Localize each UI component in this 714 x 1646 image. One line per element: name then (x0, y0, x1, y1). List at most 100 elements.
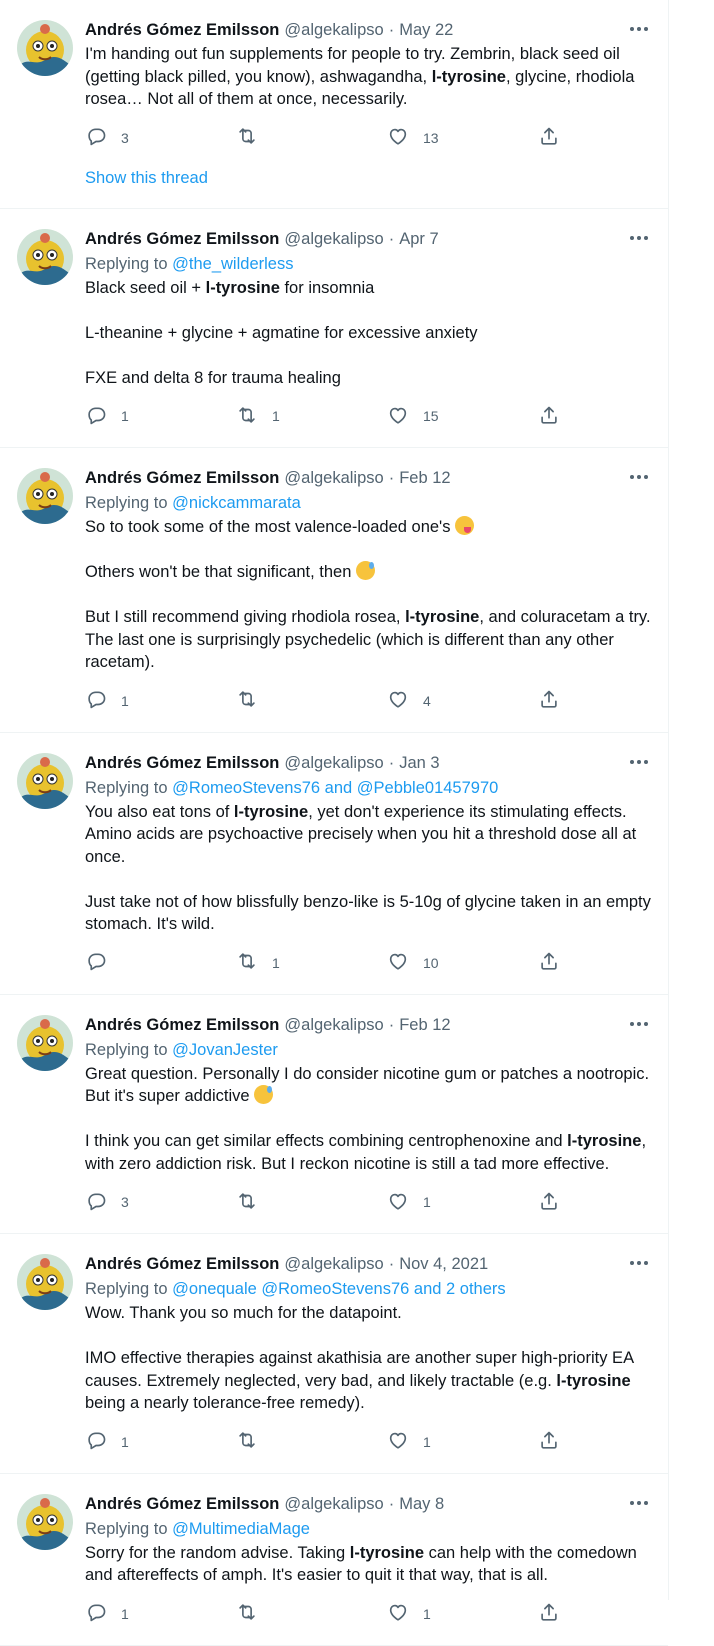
author-name[interactable]: Andrés Gómez Emilsson (85, 19, 279, 41)
retweet-count: 1 (272, 954, 280, 971)
tweet[interactable]: Andrés Gómez Emilsson @algekalipso · Feb… (0, 995, 668, 1234)
like-button[interactable]: 1 (387, 1601, 457, 1626)
share-button[interactable] (538, 1601, 560, 1626)
more-icon[interactable] (628, 1252, 650, 1274)
replying-to-handles[interactable]: @nickcammarata (172, 494, 301, 512)
tweet-date[interactable]: May 8 (399, 1493, 444, 1515)
retweet-button[interactable] (236, 125, 306, 150)
author-handle[interactable]: @algekalipso (284, 1253, 383, 1275)
reply-button[interactable] (85, 950, 155, 975)
retweet-button[interactable]: 1 (236, 404, 306, 429)
show-thread-link[interactable]: Show this thread (85, 169, 648, 208)
tweet[interactable]: Andrés Gómez Emilsson @algekalipso · Nov… (0, 1234, 668, 1474)
author-handle[interactable]: @algekalipso (284, 1014, 383, 1036)
replying-to-handles[interactable]: @the_wilderless (172, 255, 293, 273)
tweet-date[interactable]: Feb 12 (399, 1014, 450, 1036)
tweet-date[interactable]: Jan 3 (399, 752, 439, 774)
avatar[interactable] (17, 20, 73, 76)
share-button[interactable] (538, 1190, 560, 1215)
avatar[interactable] (17, 468, 73, 524)
tweet-text: Sorry for the random advise. Taking l-ty… (85, 1542, 657, 1587)
text-segment: Black seed oil + (85, 278, 206, 297)
replying-to: Replying to @nickcammarata (85, 492, 648, 514)
text-segment: Just take not of how blissfully benzo-li… (85, 892, 651, 934)
more-icon[interactable] (628, 18, 650, 40)
author-name[interactable]: Andrés Gómez Emilsson (85, 752, 279, 774)
reply-button[interactable]: 1 (85, 688, 155, 713)
like-button[interactable]: 15 (387, 404, 457, 429)
more-icon[interactable] (628, 466, 650, 488)
author-handle[interactable]: @algekalipso (284, 467, 383, 489)
reply-button[interactable]: 3 (85, 125, 155, 150)
like-button[interactable]: 1 (387, 1190, 457, 1215)
reply-icon (85, 1601, 107, 1626)
author-name[interactable]: Andrés Gómez Emilsson (85, 1493, 279, 1515)
tweet-text: Black seed oil + l-tyrosine for insomnia… (85, 277, 657, 390)
more-icon[interactable] (628, 1492, 650, 1514)
reply-button[interactable]: 1 (85, 1601, 155, 1626)
replying-to-handles[interactable]: @RomeoStevens76 and @Pebble01457970 (172, 779, 498, 797)
tweet[interactable]: Andrés Gómez Emilsson @algekalipso · May… (0, 0, 668, 209)
replying-to-label: Replying to (85, 778, 168, 797)
author-handle[interactable]: @algekalipso (284, 19, 383, 41)
retweet-button[interactable] (236, 1190, 306, 1215)
like-button[interactable]: 4 (387, 688, 457, 713)
tweet-date[interactable]: May 22 (399, 19, 453, 41)
replying-to-handles[interactable]: @JovanJester (172, 1041, 278, 1059)
replying-to-handles[interactable]: @MultimediaMage (172, 1520, 310, 1538)
share-button[interactable] (538, 950, 560, 975)
text-segment: FXE and delta 8 for trauma healing (85, 368, 341, 387)
text-segment: So to took some of the most valence-load… (85, 518, 456, 536)
reply-icon (85, 125, 107, 150)
tweet-actions: 3 13 (85, 127, 560, 169)
like-button[interactable]: 13 (387, 125, 457, 150)
like-button[interactable]: 1 (387, 1429, 457, 1454)
author-handle[interactable]: @algekalipso (284, 752, 383, 774)
share-button[interactable] (538, 688, 560, 713)
tweet[interactable]: Andrés Gómez Emilsson @algekalipso · Jan… (0, 733, 668, 995)
like-count: 10 (423, 954, 439, 971)
share-button[interactable] (538, 125, 560, 150)
author-name[interactable]: Andrés Gómez Emilsson (85, 228, 279, 250)
retweet-button[interactable] (236, 1429, 306, 1454)
tweet[interactable]: Andrés Gómez Emilsson @algekalipso · Feb… (0, 448, 668, 733)
tweet[interactable]: Andrés Gómez Emilsson @algekalipso · Apr… (0, 209, 668, 448)
more-icon[interactable] (628, 227, 650, 249)
tweet-date[interactable]: Feb 12 (399, 467, 450, 489)
text-segment: Sorry for the random advise. Taking (85, 1543, 350, 1562)
reply-button[interactable]: 1 (85, 404, 155, 429)
author-name[interactable]: Andrés Gómez Emilsson (85, 467, 279, 489)
share-button[interactable] (538, 1429, 560, 1454)
tweet-date[interactable]: Apr 7 (399, 228, 438, 250)
tweet-text: So to took some of the most valence-load… (85, 516, 657, 674)
share-button[interactable] (538, 404, 560, 429)
retweet-button[interactable]: 1 (236, 950, 306, 975)
retweet-button[interactable] (236, 688, 306, 713)
author-handle[interactable]: @algekalipso (284, 228, 383, 250)
tweet[interactable]: Andrés Gómez Emilsson @algekalipso · May… (0, 1474, 668, 1646)
avatar[interactable] (17, 1493, 73, 1550)
replying-to-handles[interactable]: @onequale @RomeoStevens76 and 2 others (172, 1280, 505, 1298)
like-count: 1 (423, 1433, 431, 1450)
tweet-header: Andrés Gómez Emilsson @algekalipso · Jan… (85, 752, 648, 774)
avatar[interactable] (17, 228, 73, 285)
author-name[interactable]: Andrés Gómez Emilsson (85, 1014, 279, 1036)
more-icon[interactable] (628, 751, 650, 773)
author-name[interactable]: Andrés Gómez Emilsson (85, 1253, 279, 1275)
author-handle[interactable]: @algekalipso (284, 1493, 383, 1515)
reply-button[interactable]: 3 (85, 1190, 155, 1215)
tweet-date[interactable]: Nov 4, 2021 (399, 1253, 488, 1275)
share-icon (538, 1601, 560, 1626)
highlight-keyword: l-tyrosine (349, 1543, 425, 1562)
avatar[interactable] (17, 1014, 73, 1071)
like-count: 15 (423, 408, 439, 424)
sweat-smile-emoji-icon (254, 1085, 274, 1104)
like-count: 13 (423, 129, 439, 146)
more-icon[interactable] (628, 1013, 650, 1035)
reply-button[interactable]: 1 (85, 1429, 155, 1454)
retweet-button[interactable] (236, 1601, 306, 1626)
avatar[interactable] (17, 1254, 73, 1310)
like-button[interactable]: 10 (387, 950, 457, 975)
replying-to-label: Replying to (85, 1040, 168, 1059)
avatar[interactable] (17, 752, 73, 809)
